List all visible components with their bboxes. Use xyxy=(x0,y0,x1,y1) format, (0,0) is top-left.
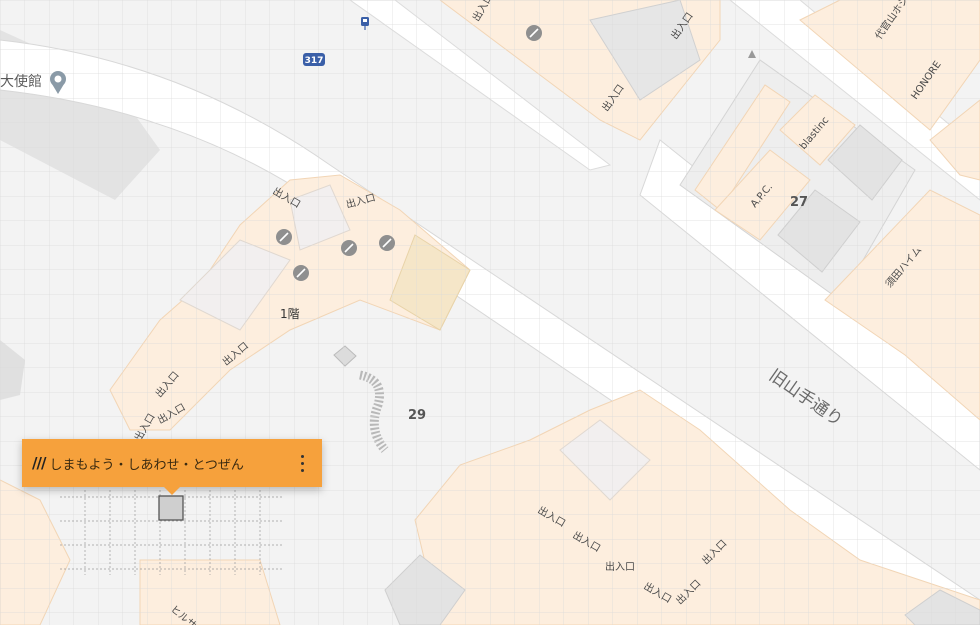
block-number: 29 xyxy=(408,408,426,423)
selected-square[interactable] xyxy=(158,495,184,521)
escalator-icon[interactable] xyxy=(276,229,292,245)
escalator-icon[interactable] xyxy=(293,265,309,281)
more-vertical-icon[interactable] xyxy=(292,448,312,478)
what3words-card[interactable]: /// しまもよう・しあわせ・とつぜん xyxy=(22,439,322,495)
route-badge: 317 xyxy=(303,53,325,66)
escalator-icon[interactable] xyxy=(341,240,357,256)
grid-overlay xyxy=(0,0,980,625)
entrance-label: 出入口 xyxy=(605,560,635,573)
floor-label: 1階 xyxy=(280,306,300,321)
embassy-label: 大使館 xyxy=(0,73,42,90)
w3w-slashes: /// xyxy=(32,454,46,472)
w3w-address: しまもよう・しあわせ・とつぜん xyxy=(49,457,244,473)
escalator-icon[interactable] xyxy=(526,25,542,41)
block-number: 27 xyxy=(790,195,808,210)
escalator-icon[interactable] xyxy=(379,235,395,251)
map-canvas[interactable]: 大使館 317 出入口 出入口 出入口 出入口 出入口 出入口 出入口 出入口 … xyxy=(0,0,980,625)
route-number: 317 xyxy=(305,56,324,66)
